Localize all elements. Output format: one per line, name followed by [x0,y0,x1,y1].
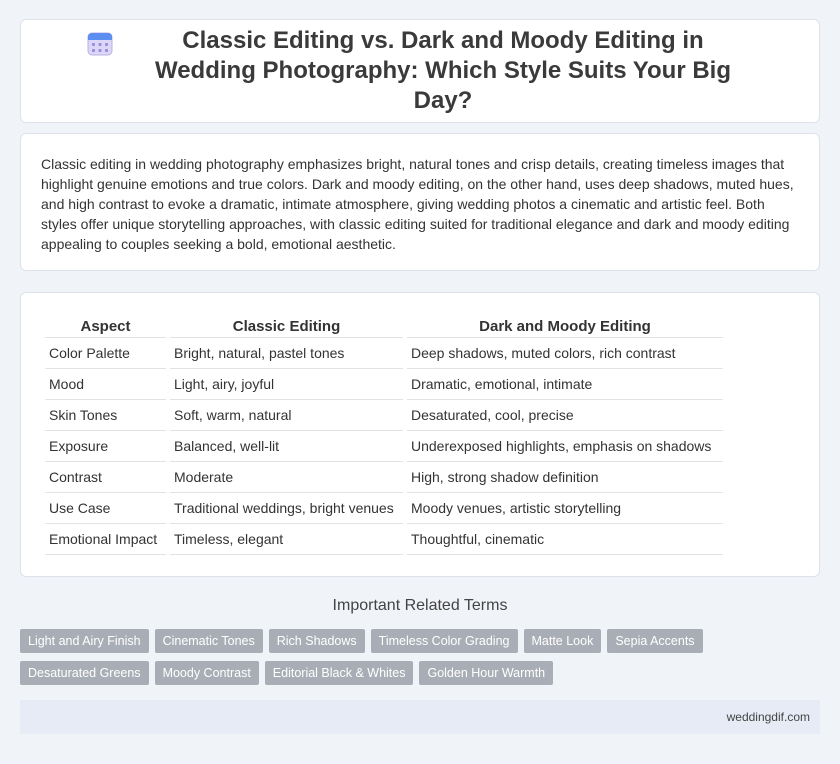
comparison-table: Aspect Classic Editing Dark and Moody Ed… [41,313,727,555]
intro-card: Classic editing in wedding photography e… [20,133,820,271]
intro-text: Classic editing in wedding photography e… [41,156,794,252]
tag-link[interactable]: Light and Airy Finish [20,629,149,653]
tag-link[interactable]: Desaturated Greens [20,661,149,685]
tag-link[interactable]: Editorial Black & Whites [264,661,414,685]
tag-link[interactable]: Timeless Color Grading [370,629,518,653]
table-cell: Color Palette [45,338,166,369]
table-cell: Use Case [45,493,166,524]
table-cell: Traditional weddings, bright venues [170,493,403,524]
calendar-icon [87,32,113,56]
table-row: Contrast Moderate High, strong shadow de… [45,462,723,493]
header-card: Classic Editing vs. Dark and Moody Editi… [20,19,820,123]
table-cell: Emotional Impact [45,524,166,555]
tag-link[interactable]: Golden Hour Warmth [419,661,554,685]
table-cell: Mood [45,369,166,400]
table-cell: Moderate [170,462,403,493]
tag-link[interactable]: Moody Contrast [154,661,259,685]
tag-link[interactable]: Cinematic Tones [154,629,263,653]
tag-link[interactable]: Sepia Accents [607,629,703,653]
table-cell: Deep shadows, muted colors, rich contras… [407,338,723,369]
footer: weddingdif.com [20,700,820,734]
table-row: Color Palette Bright, natural, pastel to… [45,338,723,369]
column-header-classic: Classic Editing [170,313,403,338]
table-cell: Exposure [45,431,166,462]
table-cell: Moody venues, artistic storytelling [407,493,723,524]
page-title: Classic Editing vs. Dark and Moody Editi… [154,27,731,114]
table-row: Emotional Impact Timeless, elegant Thoug… [45,524,723,555]
comparison-card: Aspect Classic Editing Dark and Moody Ed… [20,292,820,577]
table-cell: Light, airy, joyful [170,369,403,400]
table-cell: Balanced, well-lit [170,431,403,462]
table-cell: Timeless, elegant [170,524,403,555]
table-cell: Soft, warm, natural [170,400,403,431]
table-cell: Desaturated, cool, precise [407,400,723,431]
table-cell: High, strong shadow definition [407,462,723,493]
table-row: Mood Light, airy, joyful Dramatic, emoti… [45,369,723,400]
table-cell: Bright, natural, pastel tones [170,338,403,369]
table-row: Use Case Traditional weddings, bright ve… [45,493,723,524]
table-cell: Skin Tones [45,400,166,431]
table-cell: Contrast [45,462,166,493]
table-cell: Dramatic, emotional, intimate [407,369,723,400]
tag-link[interactable]: Rich Shadows [268,629,365,653]
table-header-row: Aspect Classic Editing Dark and Moody Ed… [45,313,723,338]
tag-link[interactable]: Matte Look [523,629,602,653]
table-row: Exposure Balanced, well-lit Underexposed… [45,431,723,462]
column-header-aspect: Aspect [45,313,166,338]
related-terms-title: Important Related Terms [332,597,508,614]
table-cell: Thoughtful, cinematic [407,524,723,555]
footer-site[interactable]: weddingdif.com [727,710,810,724]
column-header-dark-moody: Dark and Moody Editing [407,313,723,338]
table-row: Skin Tones Soft, warm, natural Desaturat… [45,400,723,431]
table-cell: Underexposed highlights, emphasis on sha… [407,431,723,462]
related-terms-tags: Light and Airy Finish Cinematic Tones Ri… [20,629,820,685]
